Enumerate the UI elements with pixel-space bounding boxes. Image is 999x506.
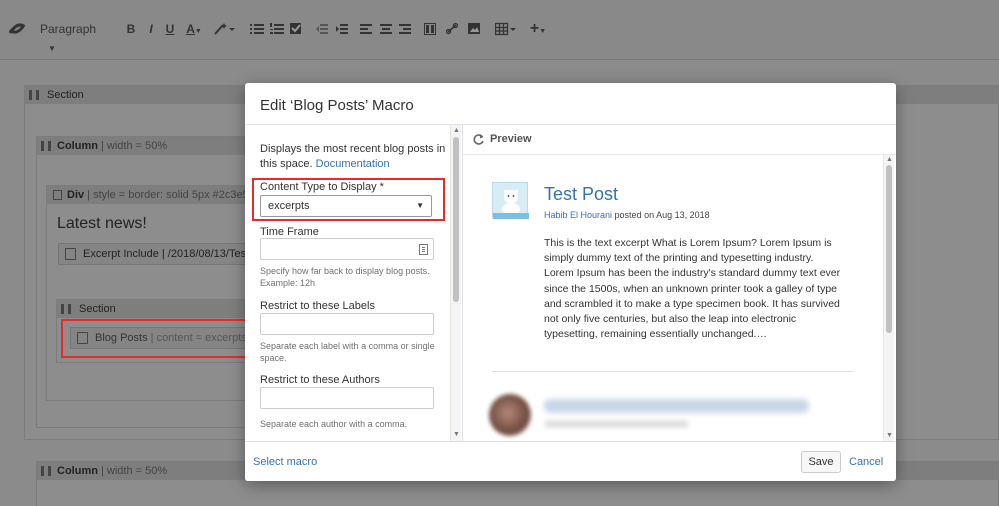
underline-button[interactable]: U [164, 20, 176, 38]
inner-section-header: Section [57, 300, 265, 318]
editor-toolbar: Paragraph ▼ B I U A▼ +▼ [0, 0, 999, 60]
chevron-down-icon: ▼ [48, 44, 56, 53]
time-frame-help: Specify how far back to display blog pos… [260, 266, 430, 288]
authors-label: Restrict to these Authors [260, 374, 380, 386]
post-excerpt: This is the text excerpt What is Lorem I… [544, 237, 841, 341]
excerpt-macro-name: Excerpt Include [83, 248, 159, 260]
macro-parameters-pane[interactable]: Displays the most recent blog posts in t… [245, 125, 450, 441]
labels-label: Restrict to these Labels [260, 300, 375, 312]
indent-icon[interactable] [336, 20, 348, 38]
column-meta: | width = 50% [97, 140, 168, 152]
post-separator [492, 371, 853, 372]
column-meta-2: | width = 50% [97, 465, 168, 477]
column-header: Column | width = 50% [37, 137, 265, 155]
align-left-icon[interactable] [360, 20, 372, 38]
dialog-footer: Select macro Save Cancel [245, 441, 896, 481]
chevron-down-icon: ▼ [194, 28, 202, 35]
plus-icon: + [529, 20, 540, 37]
preview-heading: Preview [490, 133, 532, 145]
excerpt-macro-icon [65, 248, 76, 260]
time-frame-input[interactable] [260, 238, 434, 260]
div-macro-icon [53, 190, 62, 200]
time-frame-label: Time Frame [260, 226, 319, 238]
edit-macro-dialog: Edit ‘Blog Posts’ Macro Displays the mos… [245, 83, 896, 481]
select-macro-link[interactable]: Select macro [253, 456, 317, 468]
post-date: posted on Aug 13, 2018 [612, 210, 710, 220]
confluence-logo-icon[interactable] [8, 20, 26, 38]
scroll-down-icon[interactable]: ▼ [452, 431, 461, 439]
drag-handle-icon[interactable] [29, 90, 39, 100]
text-format-dropdown[interactable] [212, 20, 236, 38]
section-label: Section [47, 89, 84, 101]
save-button[interactable]: Save [801, 451, 841, 473]
post-title-link[interactable]: Test Post [544, 184, 618, 205]
dialog-header: Edit ‘Blog Posts’ Macro [245, 83, 896, 125]
column-label-2: Column [57, 465, 98, 477]
div-meta: | style = border: solid 5px #2c3e5 [84, 189, 249, 201]
cancel-link[interactable]: Cancel [849, 456, 883, 468]
polar-bear-icon [493, 189, 529, 219]
labels-input[interactable] [260, 313, 434, 335]
div-label: Div [67, 189, 85, 201]
div-header: Div | style = border: solid 5px #2c3e5 [47, 186, 265, 204]
documentation-link[interactable]: Documentation [316, 158, 390, 170]
align-right-icon[interactable] [399, 20, 411, 38]
drag-handle-icon[interactable] [61, 304, 71, 314]
insert-more-button[interactable]: +▼ [527, 20, 549, 38]
scroll-down-icon[interactable]: ▼ [885, 432, 894, 440]
calendar-icon[interactable] [419, 244, 428, 255]
layout-icon[interactable] [424, 20, 436, 38]
align-center-icon[interactable] [380, 20, 392, 38]
outdent-icon[interactable] [316, 20, 328, 38]
scroll-up-icon[interactable]: ▲ [885, 156, 894, 164]
image-icon[interactable] [468, 20, 480, 38]
scrollbar-thumb[interactable] [453, 137, 459, 302]
bold-button[interactable]: B [125, 20, 137, 38]
excerpt-macro-meta: | /2018/08/13/Test [158, 248, 250, 260]
chevron-down-icon: ▼ [539, 28, 547, 35]
blurred-post-meta [544, 420, 689, 428]
post-avatar [492, 182, 529, 219]
scroll-up-icon[interactable]: ▲ [452, 127, 461, 135]
parameters-scrollbar[interactable]: ▲ ▼ [450, 125, 461, 441]
paragraph-style-dropdown[interactable]: Paragraph ▼ [40, 20, 110, 53]
authors-input[interactable] [260, 387, 434, 409]
drag-handle-icon[interactable] [41, 141, 51, 151]
italic-button[interactable]: I [145, 20, 157, 38]
post-meta: Habib El Hourani posted on Aug 13, 2018 [544, 210, 710, 220]
table-icon[interactable] [495, 20, 517, 38]
preview-content: Test Post Habib El Hourani posted on Aug… [463, 155, 883, 441]
scrollbar-thumb[interactable] [886, 165, 892, 333]
inner-section-label: Section [79, 303, 116, 315]
bullet-list-icon[interactable] [250, 20, 264, 38]
post-author-link[interactable]: Habib El Hourani [544, 210, 612, 220]
paragraph-style-label: Paragraph [40, 22, 97, 36]
preview-scrollbar[interactable]: ▲ ▼ [883, 155, 894, 441]
preview-header: Preview [463, 125, 896, 155]
excerpt-include-macro[interactable]: Excerpt Include | /2018/08/13/Test [58, 243, 258, 265]
link-icon[interactable] [446, 20, 458, 38]
labels-help: Separate each label with a comma or sing… [260, 341, 435, 363]
blurred-avatar [489, 394, 531, 436]
numbered-list-icon[interactable] [270, 20, 284, 38]
column-label: Column [57, 140, 98, 152]
task-list-icon[interactable] [290, 20, 302, 38]
blurred-post-title [544, 399, 809, 413]
content-type-highlight [252, 178, 445, 221]
dialog-title: Edit ‘Blog Posts’ Macro [260, 97, 414, 114]
refresh-icon[interactable] [472, 133, 485, 146]
text-color-label: A [186, 22, 195, 36]
latest-news-heading[interactable]: Latest news! [57, 215, 147, 233]
text-color-button[interactable]: A▼ [183, 20, 205, 38]
macro-description: Displays the most recent blog posts in t… [260, 142, 450, 172]
blog-posts-highlight [61, 319, 256, 358]
authors-help: Separate each author with a comma. [260, 419, 408, 429]
drag-handle-icon[interactable] [41, 466, 51, 476]
wand-icon [214, 23, 235, 35]
